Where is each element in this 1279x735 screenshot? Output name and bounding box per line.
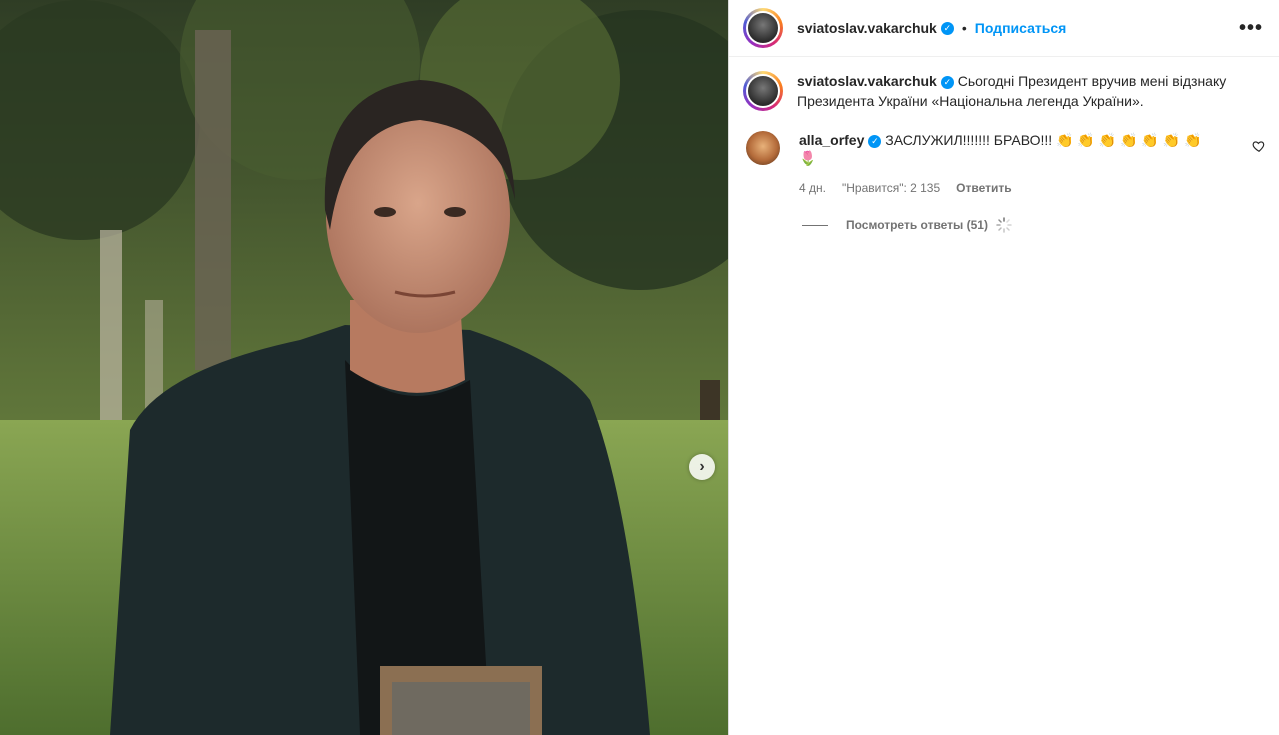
verified-badge-icon: ✓: [940, 75, 954, 89]
like-heart-icon[interactable]: [1252, 139, 1266, 153]
post-caption: sviatoslav.vakarchuk ✓ Сьогодні Президент…: [729, 57, 1279, 111]
post-sidebar: sviatoslav.vakarchuk ✓ • Подписаться •••…: [728, 0, 1279, 735]
follow-button[interactable]: Подписаться: [975, 20, 1067, 36]
comment-likes[interactable]: "Нравится": 2 135: [842, 181, 940, 195]
commenter-username[interactable]: alla_orfey: [799, 132, 864, 148]
comment-item: alla_orfey ✓ ЗАСЛУЖИЛ!!!!!!! БРАВО!!! 👏 👏…: [729, 111, 1279, 233]
separator-dot: •: [961, 20, 967, 36]
replies-divider: [802, 224, 828, 226]
verified-badge-icon: ✓: [868, 134, 882, 148]
loading-spinner-icon: [996, 217, 1012, 233]
caption-username[interactable]: sviatoslav.vakarchuk: [797, 73, 937, 89]
reply-button[interactable]: Ответить: [956, 181, 1011, 195]
author-avatar[interactable]: [743, 8, 783, 48]
comment-meta: 4 дн. "Нравится": 2 135 Ответить: [799, 181, 1219, 195]
caption-text-block: sviatoslav.vakarchuk ✓ Сьогодні Президент…: [797, 71, 1237, 111]
post-photo: ›: [0, 0, 728, 735]
comment-body: alla_orfey ✓ ЗАСЛУЖИЛ!!!!!!! БРАВО!!! 👏 👏…: [799, 131, 1219, 233]
carousel-next-button[interactable]: ›: [689, 454, 715, 480]
comment-text-block: alla_orfey ✓ ЗАСЛУЖИЛ!!!!!!! БРАВО!!! 👏 👏…: [799, 131, 1219, 167]
view-replies-label: Посмотреть ответы (51): [846, 218, 988, 232]
view-replies-button[interactable]: Посмотреть ответы (51): [799, 217, 1219, 233]
post-header: sviatoslav.vakarchuk ✓ • Подписаться •••: [729, 0, 1279, 57]
commenter-avatar[interactable]: [746, 131, 780, 165]
comment-time[interactable]: 4 дн.: [799, 181, 826, 195]
photo-illustration: [0, 0, 728, 735]
verified-badge-icon: ✓: [940, 21, 954, 35]
author-username[interactable]: sviatoslav.vakarchuk: [797, 20, 937, 36]
more-options-icon[interactable]: •••: [1239, 17, 1263, 40]
caption-author-avatar[interactable]: [743, 71, 783, 111]
